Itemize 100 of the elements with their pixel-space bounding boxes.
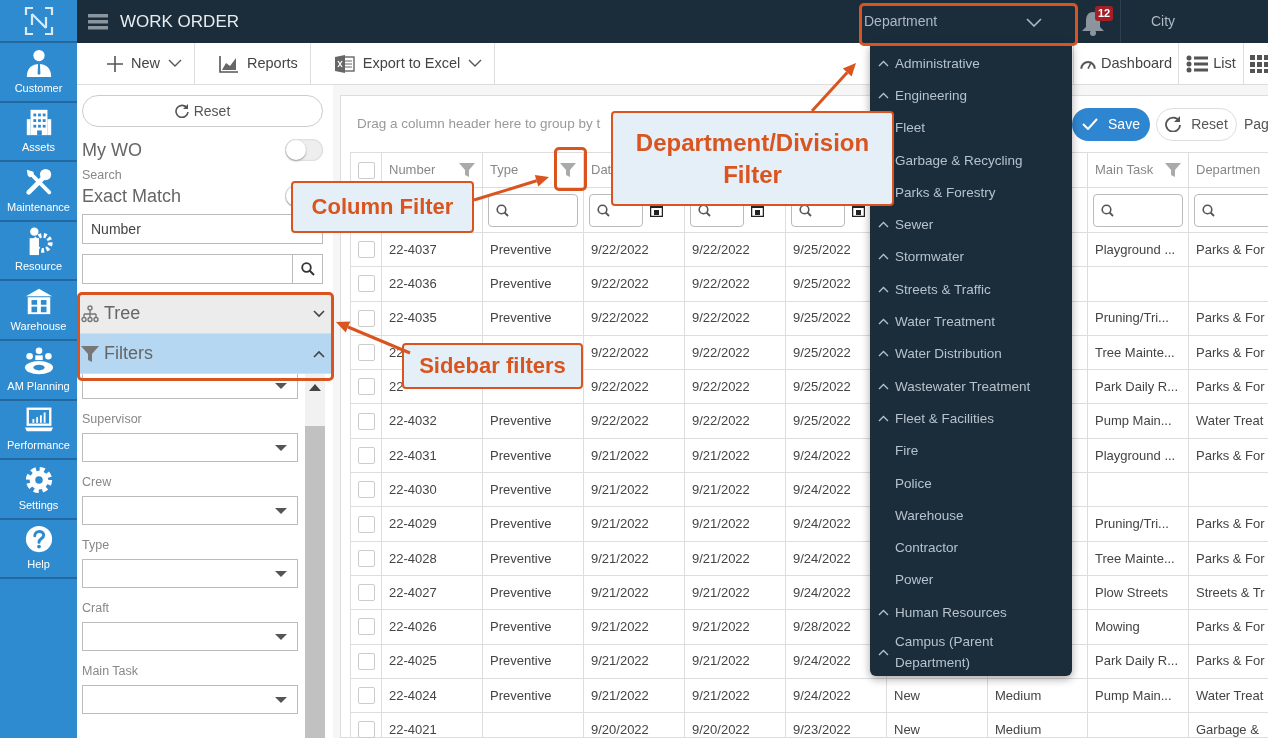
city-selector[interactable]: City <box>1151 11 1176 32</box>
switch-label: My WO <box>82 138 142 162</box>
menu-item[interactable]: Parks & Forestry <box>895 176 1072 209</box>
search-icon <box>300 262 315 276</box>
menu-item[interactable]: Police <box>895 466 1072 500</box>
table-cell: 22-4036 <box>381 266 483 302</box>
table-cell: 9/21/2022 <box>684 541 786 576</box>
row-checkbox[interactable] <box>358 412 375 430</box>
nav-item[interactable]: Help <box>0 519 77 580</box>
callout-tooltip: Sidebar filters <box>402 343 583 389</box>
section-header[interactable]: Tree <box>77 294 333 334</box>
row-checkbox[interactable] <box>358 584 375 602</box>
table-cell: 9/22/2022 <box>684 232 786 267</box>
field-label: Crew <box>82 475 113 489</box>
filter-select[interactable] <box>82 685 298 714</box>
highlight-frame <box>554 147 587 191</box>
reset-button[interactable]: Reset <box>82 95 323 127</box>
row-checkbox[interactable] <box>358 309 375 327</box>
callout-tooltip: Department/Division Filter <box>611 111 894 206</box>
toggle-switch[interactable] <box>285 139 323 161</box>
table-cell: 9/22/2022 <box>684 301 786 336</box>
nav-item[interactable]: Maintenance <box>0 162 77 222</box>
row-checkbox[interactable] <box>358 652 375 670</box>
search-field-select[interactable]: Number <box>82 214 323 244</box>
toolbar-button[interactable]: Export to Excel <box>310 43 496 84</box>
table-cell: Preventive <box>482 472 584 507</box>
menu-item[interactable]: Fleet <box>895 111 1072 144</box>
row-checkbox[interactable] <box>358 618 375 636</box>
view-tab[interactable]: List <box>1179 43 1244 84</box>
table-cell: Pump Main... <box>1087 678 1189 713</box>
nav-item[interactable]: Customer <box>0 43 77 103</box>
table-cell: Pump Main... <box>1087 404 1189 439</box>
table-cell: 22-4029 <box>381 506 483 542</box>
callout-tooltip: Column Filter <box>291 181 474 233</box>
nav-item[interactable]: AM Planning <box>0 340 77 401</box>
nav-item[interactable]: Settings <box>0 460 77 520</box>
filter-select[interactable] <box>82 559 298 588</box>
table-cell: 9/22/2022 <box>583 301 685 336</box>
hierarchy-icon <box>81 304 99 323</box>
row-checkbox[interactable] <box>358 481 375 499</box>
select-all-checkbox[interactable] <box>358 161 375 179</box>
table-cell: Pruning/Tri... <box>1087 301 1189 336</box>
table-cell: 9/21/2022 <box>583 644 685 679</box>
table-cell: 9/22/2022 <box>583 232 685 267</box>
table-cell: 9/21/2022 <box>684 506 786 542</box>
table-cell: 9/22/2022 <box>684 266 786 302</box>
page-title: WORK ORDER <box>120 10 239 33</box>
column-search-field[interactable] <box>1093 193 1183 227</box>
search-input[interactable] <box>82 254 323 284</box>
row-checkbox[interactable] <box>358 241 375 259</box>
search-icon <box>1202 203 1215 217</box>
filter-select[interactable] <box>82 433 298 462</box>
filter-select[interactable] <box>82 622 298 651</box>
column-header[interactable]: Dat <box>591 160 612 180</box>
row-checkbox[interactable] <box>358 721 375 738</box>
menu-item[interactable]: Warehouse <box>895 499 1072 532</box>
row-checkbox[interactable] <box>358 275 375 293</box>
column-search-field[interactable] <box>1194 193 1268 227</box>
menu-item[interactable]: Engineering <box>870 79 1072 112</box>
save-button[interactable]: Save <box>1072 107 1150 141</box>
table-cell: 9/21/2022 <box>684 609 786 645</box>
spreadsheet-icon <box>334 54 355 73</box>
row-checkbox[interactable] <box>358 687 375 704</box>
nav-item[interactable]: Performance <box>0 400 77 461</box>
menu-item[interactable]: Fire <box>895 434 1072 467</box>
department-dropdown[interactable]: Department <box>854 4 1058 39</box>
plus-icon <box>107 55 123 72</box>
scrollbar-thumb[interactable] <box>305 426 325 738</box>
menu-item[interactable]: Administrative <box>870 47 1072 80</box>
toolbar-button[interactable]: Reports <box>195 43 311 84</box>
row-checkbox[interactable] <box>358 344 375 362</box>
reset-button[interactable]: Reset <box>1156 107 1237 141</box>
toolbar-button[interactable]: New <box>77 43 195 84</box>
nav-item[interactable]: Resource <box>0 221 77 282</box>
filter-select[interactable] <box>82 496 298 525</box>
table-cell: 9/21/2022 <box>684 438 786 473</box>
table-cell: Preventive <box>482 404 584 439</box>
section-header[interactable]: Filters <box>77 334 333 374</box>
table-cell: Pruning/Tri... <box>1087 506 1189 542</box>
nav-item[interactable]: Warehouse <box>0 281 77 341</box>
table-cell: 9/22/2022 <box>684 404 786 439</box>
view-tab[interactable]: Dashboard <box>1074 43 1179 84</box>
row-checkbox[interactable] <box>358 446 375 464</box>
table-cell: Playground ... <box>1087 438 1189 473</box>
table-cell: Park Daily R... <box>1087 369 1189 404</box>
row-checkbox[interactable] <box>358 515 375 533</box>
table-cell: 9/21/2022 <box>583 506 685 542</box>
table-cell: Tree Mainte... <box>1087 335 1189 370</box>
dropdown-arrow-icon <box>275 570 287 577</box>
column-header[interactable]: Type <box>490 160 519 180</box>
row-checkbox[interactable] <box>358 378 375 396</box>
column-search-field[interactable] <box>488 193 578 227</box>
nav-item[interactable]: Assets <box>0 102 77 163</box>
dropdown-arrow-icon <box>275 633 287 640</box>
table-cell: 22-4032 <box>381 404 483 439</box>
refresh-icon <box>1165 116 1182 132</box>
menu-item[interactable]: Power <box>895 563 1072 597</box>
menu-item[interactable]: Contractor <box>895 531 1072 564</box>
row-checkbox[interactable] <box>358 549 375 567</box>
menu-item[interactable]: Garbage & Recycling <box>895 143 1072 177</box>
